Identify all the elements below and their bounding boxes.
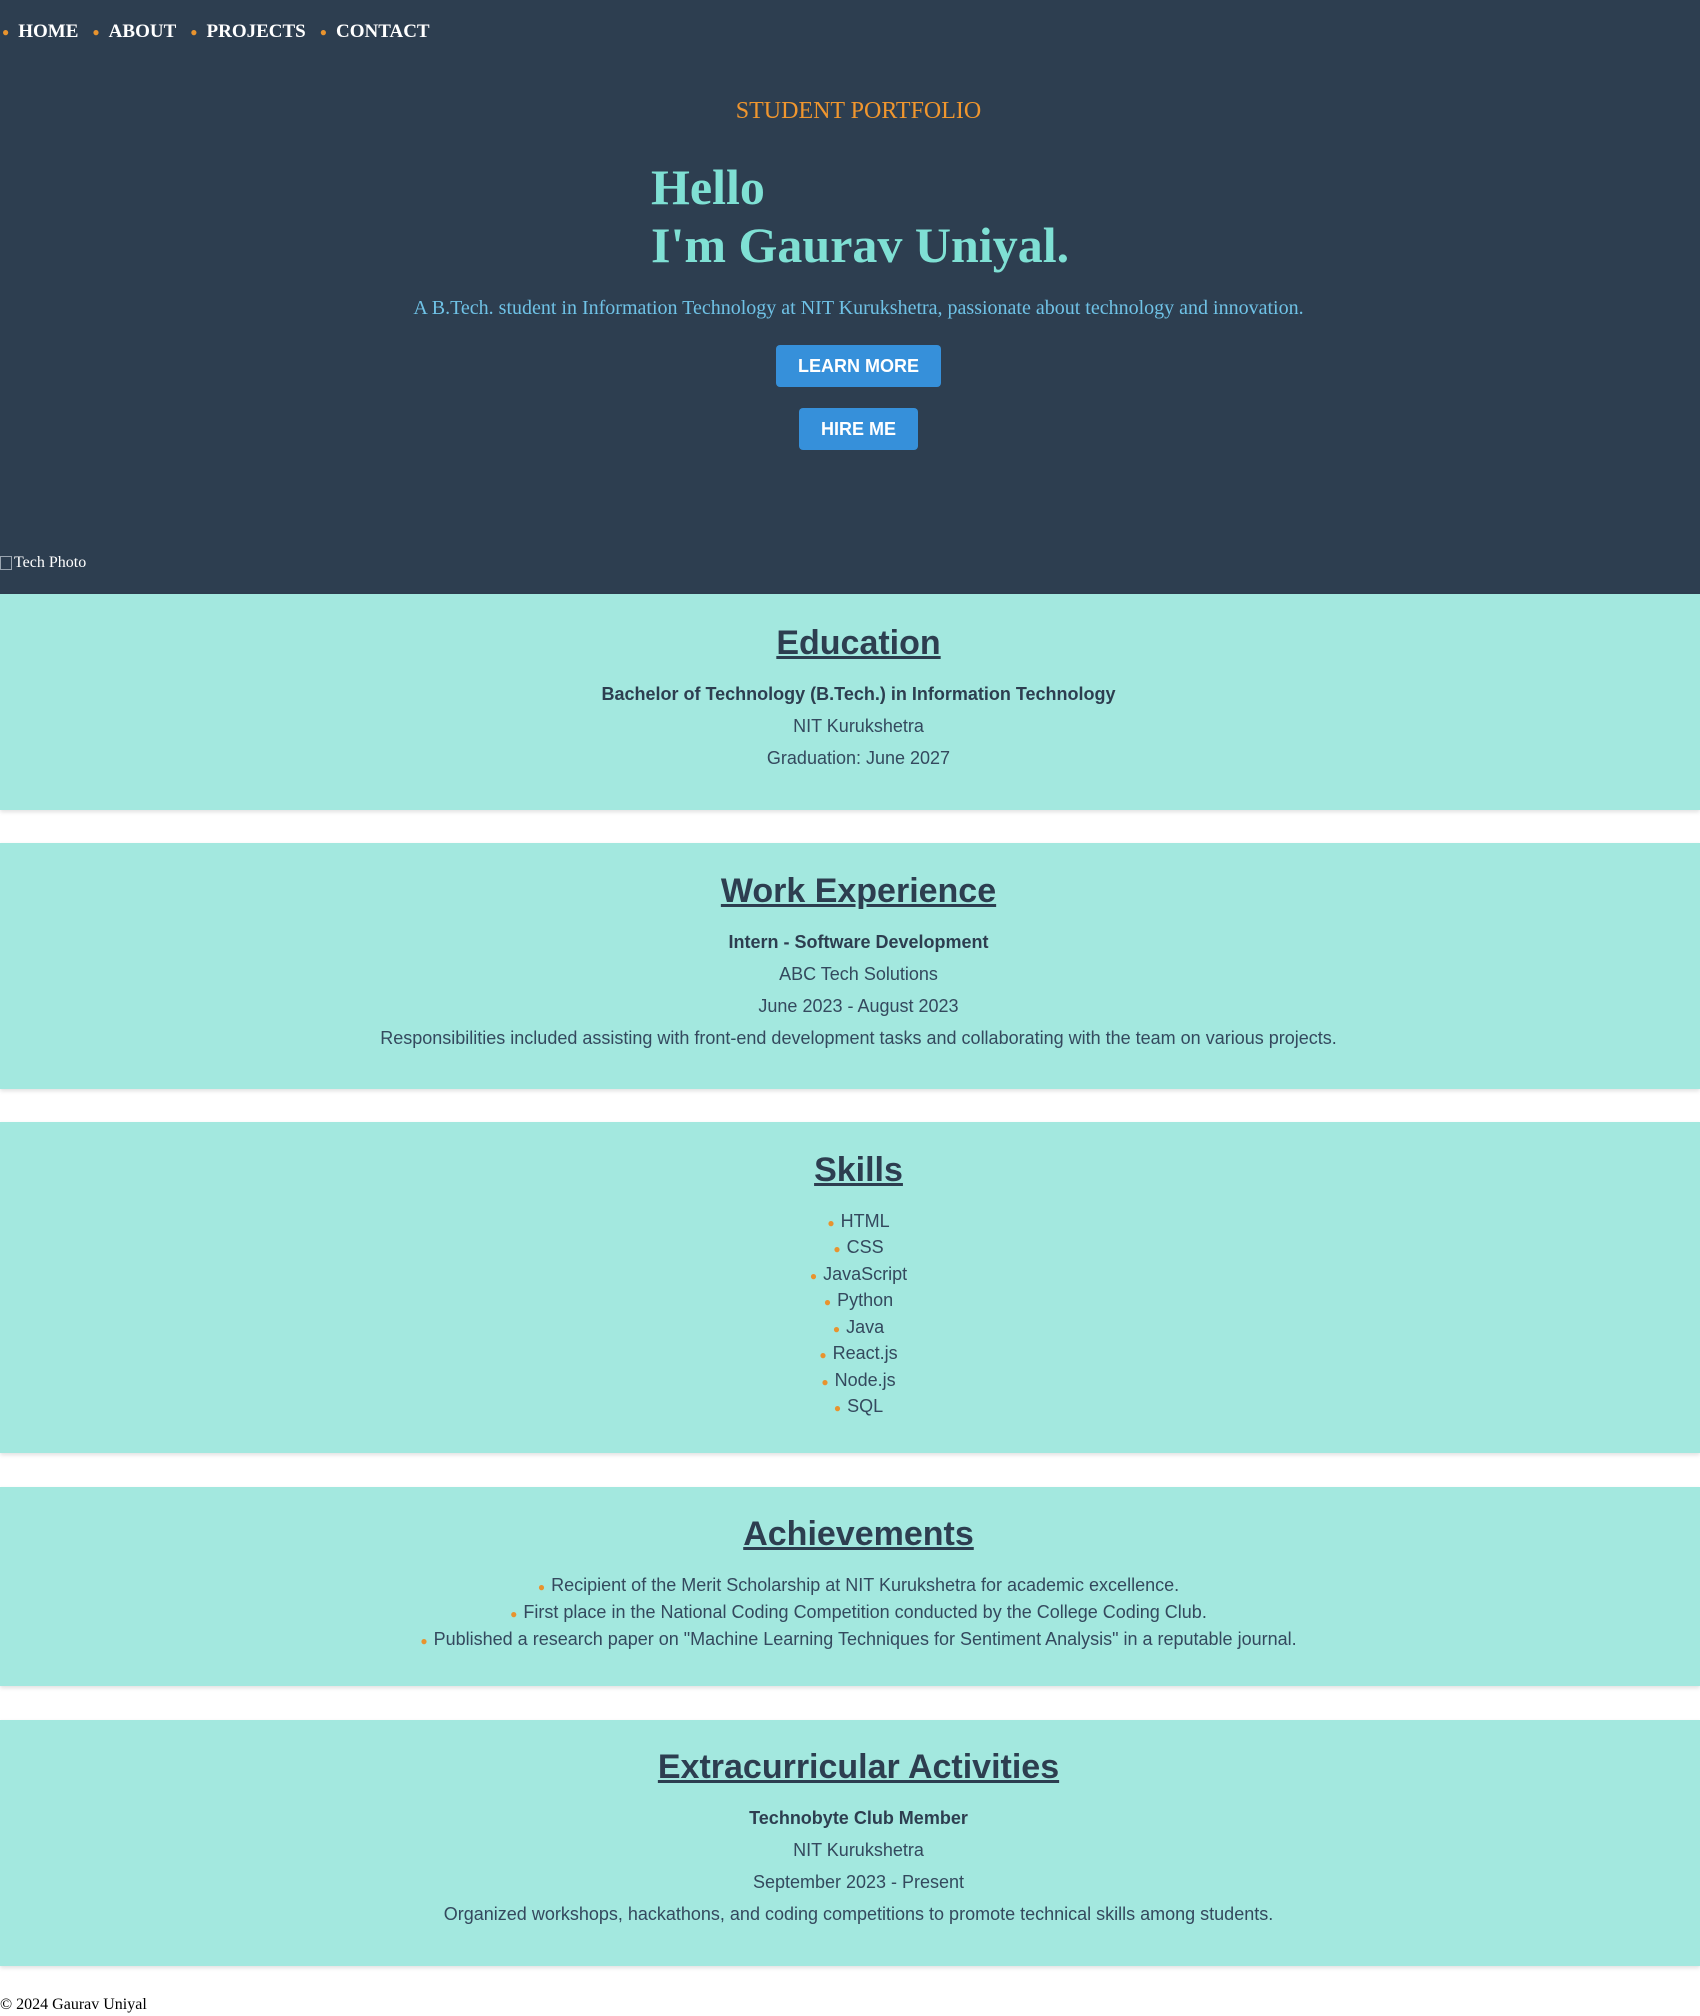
tech-photo-image: Tech Photo [0, 552, 624, 574]
skills-title: Skills [814, 1151, 903, 1189]
work-title: Work Experience [720, 872, 997, 910]
nav-label: PROJECTS [206, 21, 306, 42]
bullet-icon: ● [537, 1580, 546, 1594]
hero-eyebrow: STUDENT PORTFOLIO [735, 98, 982, 124]
achievement-item: ● Recipient of the Merit Scholarship at N… [537, 1575, 1180, 1595]
skill-item: ● React.js [819, 1343, 898, 1363]
nav-projects-link[interactable]: ● PROJECTS [188, 21, 310, 43]
skill-item: ● Java [832, 1317, 885, 1337]
nav-about-link[interactable]: ● ABOUT [90, 21, 180, 43]
bullet-icon: ● [2, 24, 10, 39]
work-company: ABC Tech Solutions [779, 964, 938, 984]
work-experience-section: Work Experience Intern - Software Develo… [0, 843, 1700, 1089]
education-graduation: Graduation: June 2027 [766, 748, 951, 768]
achievements-section: Achievements ● Recipient of the Merit Sch… [0, 1487, 1700, 1686]
achievements-title: Achievements [743, 1515, 974, 1553]
extracurricular-institution: NIT Kurukshetra [793, 1840, 924, 1860]
achievement-item: ● First place in the National Coding Comp… [510, 1602, 1207, 1622]
hero-section: ● HOME ● ABOUT ● PROJECTS ● CONTACT STUD… [0, 0, 1700, 594]
nav-label: ABOUT [108, 21, 177, 42]
greeting-line-1: Hello [651, 159, 765, 215]
bullet-icon: ● [809, 1269, 818, 1283]
extracurricular-description: Organized workshops, hackathons, and cod… [443, 1904, 1274, 1924]
skills-section: Skills ● HTML ● CSS ● JavaScript ● Python ● J… [0, 1122, 1700, 1453]
bullet-icon: ● [833, 1242, 841, 1256]
extracurricular-role: Technobyte Club Member [749, 1808, 968, 1828]
bullet-icon: ● [319, 24, 327, 39]
extracurricular-title: Extracurricular Activities [657, 1748, 1060, 1786]
learn-more-button[interactable]: LEARN MORE [776, 345, 941, 387]
nav-home-link[interactable]: ● HOME [0, 21, 82, 43]
skill-item: ● Python [823, 1290, 894, 1310]
bullet-icon: ● [833, 1401, 842, 1415]
extracurricular-section: Extracurricular Activities Technobyte Cl… [0, 1720, 1700, 1966]
bullet-icon: ● [510, 1607, 518, 1621]
nav-label: HOME [18, 21, 79, 42]
nav-contact-link[interactable]: ● CONTACT [318, 21, 434, 43]
bullet-icon: ● [819, 1348, 827, 1362]
extracurricular-period: September 2023 - Present [752, 1872, 965, 1892]
work-period: June 2023 - August 2023 [758, 996, 959, 1016]
skill-item: ● CSS [833, 1237, 884, 1257]
broken-image-icon [0, 556, 12, 570]
bullet-icon: ● [823, 1295, 832, 1309]
skill-item: ● JavaScript [809, 1264, 908, 1284]
skill-item: ● Node.js [821, 1370, 896, 1390]
bullet-icon: ● [821, 1375, 829, 1389]
bullet-icon: ● [832, 1322, 841, 1336]
bullet-icon: ● [420, 1634, 428, 1648]
education-institution: NIT Kurukshetra [793, 716, 924, 736]
work-role: Intern - Software Development [728, 932, 989, 952]
skill-item: ● SQL [833, 1396, 884, 1416]
hero-tagline: A B.Tech. student in Information Technol… [413, 297, 1304, 319]
education-degree: Bachelor of Technology (B.Tech.) in Info… [601, 684, 1116, 704]
nav-label: CONTACT [336, 21, 430, 42]
education-section: Education Bachelor of Technology (B.Tech… [0, 594, 1700, 810]
hero-greeting: Hello I'm Gaurav Uniyal. [651, 158, 1069, 274]
skill-item: ● HTML [827, 1211, 890, 1231]
bullet-icon: ● [827, 1216, 835, 1230]
hire-me-button[interactable]: HIRE ME [799, 408, 918, 450]
footer-copyright: © 2024 Gaurav Uniyal [0, 1996, 147, 2013]
main-nav: ● HOME ● ABOUT ● PROJECTS ● CONTACT [0, 18, 434, 46]
achievement-item: ● Published a research paper on "Machine … [420, 1629, 1297, 1649]
greeting-line-2: I'm Gaurav Uniyal. [651, 217, 1070, 273]
bullet-icon: ● [190, 24, 198, 39]
tech-photo-alt: Tech Photo [14, 554, 87, 571]
work-description: Responsibilities included assisting with… [380, 1028, 1337, 1048]
bullet-icon: ● [92, 24, 100, 39]
education-title: Education [776, 624, 941, 662]
